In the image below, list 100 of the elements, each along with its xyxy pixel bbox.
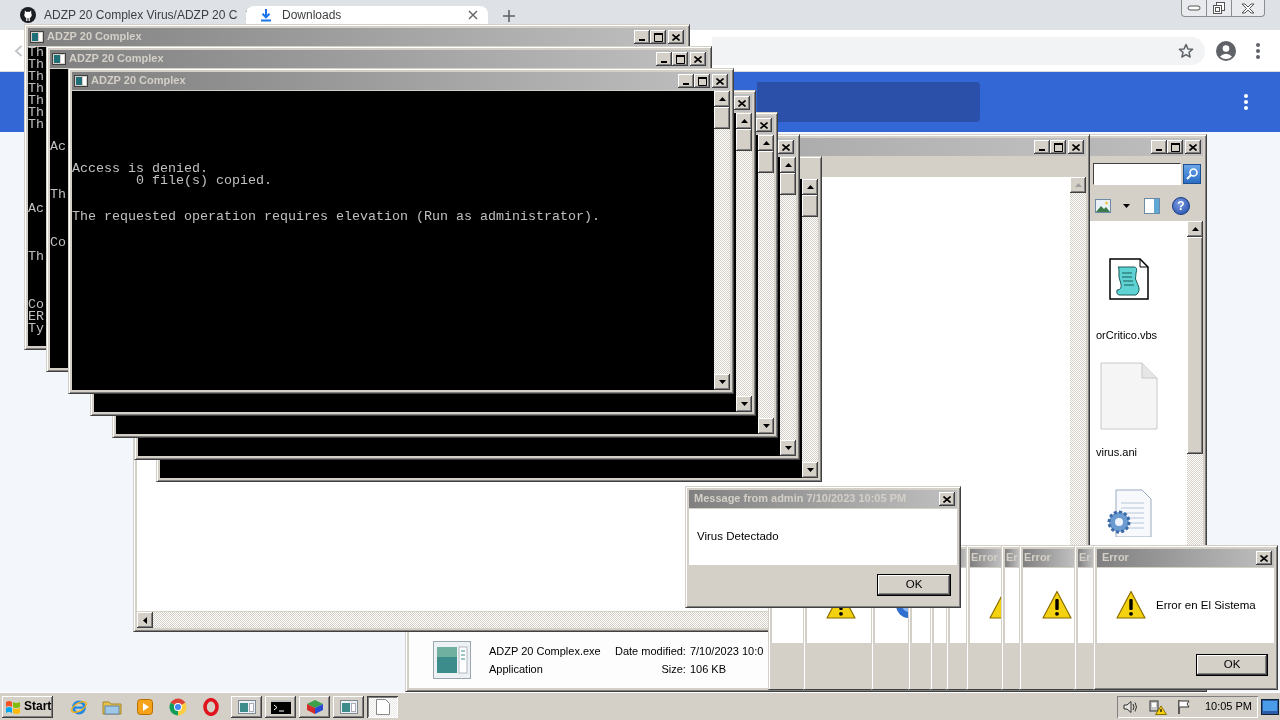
scrollbar[interactable] — [780, 157, 796, 456]
window-title: Error — [1102, 551, 1129, 565]
message-text: Virus Detectado — [697, 530, 779, 544]
file-name[interactable]: orCritico.vbs — [1092, 329, 1158, 343]
taskbar-button[interactable] — [231, 695, 262, 718]
start-button[interactable]: Start — [2, 695, 53, 718]
browser-tab[interactable]: Downloads — [246, 6, 488, 24]
down-arrow-icon — [740, 402, 748, 406]
flag-icon[interactable] — [1176, 698, 1191, 715]
scroll-thumb[interactable] — [736, 129, 752, 151]
star-icon[interactable] — [1178, 42, 1194, 59]
minimize-button[interactable] — [634, 30, 650, 44]
file-name[interactable]: virus.ani — [1092, 446, 1137, 460]
scroll-thumb[interactable] — [1187, 237, 1203, 454]
plus-icon[interactable] — [503, 10, 515, 22]
scrollbar[interactable] — [736, 113, 752, 412]
scroll-up-button[interactable] — [714, 91, 730, 107]
speaker-icon[interactable] — [1122, 699, 1139, 714]
desktop-icon[interactable] — [1261, 698, 1279, 715]
address-field[interactable] — [712, 36, 1205, 65]
preview-pane-icon[interactable] — [1144, 198, 1160, 214]
console-line: Th — [28, 251, 44, 263]
close-button[interactable] — [690, 52, 706, 66]
taskbar-button[interactable] — [367, 695, 398, 718]
minimize-button[interactable] — [656, 52, 672, 66]
application-icon — [433, 640, 471, 679]
close-button[interactable] — [1256, 551, 1272, 565]
scroll-up-button[interactable] — [1187, 221, 1203, 237]
minimize-button[interactable] — [1151, 140, 1167, 154]
menu-icon[interactable] — [1244, 94, 1248, 110]
taskbar-button[interactable] — [299, 695, 330, 718]
minimize-button[interactable] — [678, 74, 694, 88]
minimize-button[interactable] — [1034, 140, 1050, 154]
ok-button[interactable]: OK — [1196, 654, 1268, 676]
segmented-circle-icon[interactable] — [169, 697, 187, 716]
close-button[interactable] — [756, 118, 772, 132]
script-file-icon[interactable] — [1108, 257, 1150, 301]
scroll-thumb[interactable] — [714, 107, 730, 129]
scrollbar[interactable] — [714, 91, 730, 390]
console-line: Th — [28, 59, 44, 71]
play-icon[interactable] — [137, 698, 153, 715]
scroll-down-button[interactable] — [802, 462, 818, 478]
caret-icon[interactable] — [1123, 204, 1130, 208]
close-button[interactable] — [1185, 140, 1201, 154]
scroll-up-button[interactable] — [1070, 177, 1086, 193]
menu-icon[interactable] — [1256, 42, 1260, 59]
close-icon — [1189, 143, 1197, 151]
window-title: ADZP 20 Complex — [91, 74, 186, 88]
close-icon[interactable] — [468, 10, 478, 20]
close-button[interactable] — [668, 30, 684, 44]
file-name: ADZP 20 Complex.exe — [489, 643, 601, 659]
search-field[interactable] — [757, 82, 980, 122]
close-button[interactable] — [1068, 140, 1084, 154]
maximize-icon — [653, 32, 663, 42]
network-warning-icon[interactable] — [1148, 698, 1167, 715]
maximize-button[interactable] — [672, 52, 688, 66]
close-icon — [782, 143, 790, 151]
scrollbar[interactable] — [758, 135, 774, 434]
scroll-left-button[interactable] — [137, 612, 153, 628]
close-icon — [1260, 554, 1268, 562]
scroll-down-button[interactable] — [714, 374, 730, 390]
taskbar-button[interactable] — [265, 695, 296, 718]
scroll-thumb[interactable] — [802, 195, 818, 217]
down-arrow-icon — [806, 468, 814, 472]
clock[interactable]: 10:05 PM — [1204, 699, 1252, 714]
scroll-up-button[interactable] — [758, 135, 774, 151]
close-button[interactable] — [712, 74, 728, 88]
picture-icon[interactable] — [1095, 199, 1111, 213]
close-button[interactable] — [939, 492, 955, 506]
scrollbar[interactable] — [802, 179, 818, 478]
scroll-down-button[interactable] — [736, 396, 752, 412]
scroll-thumb[interactable] — [758, 151, 774, 173]
close-icon — [694, 55, 702, 63]
scroll-up-button[interactable] — [780, 157, 796, 173]
search-button[interactable] — [1183, 164, 1201, 184]
close-icon — [943, 495, 951, 503]
taskbar-button[interactable] — [333, 695, 364, 718]
window-icon — [74, 75, 88, 87]
maximize-button[interactable] — [1167, 140, 1183, 154]
close-icon — [760, 121, 768, 129]
up-arrow-icon — [1074, 183, 1082, 187]
close-button[interactable] — [778, 140, 794, 154]
search-field[interactable] — [1093, 163, 1181, 185]
ok-button[interactable]: OK — [877, 574, 951, 596]
gear-file-icon[interactable] — [1106, 489, 1152, 538]
ring-icon[interactable] — [203, 697, 219, 716]
scroll-up-button[interactable] — [736, 113, 752, 129]
scroll-thumb[interactable] — [780, 173, 796, 195]
download-icon — [258, 7, 274, 23]
avatar-icon[interactable] — [1216, 40, 1236, 61]
maximize-button[interactable] — [650, 30, 666, 44]
maximize-icon — [697, 76, 707, 86]
scroll-down-button[interactable] — [780, 440, 796, 456]
maximize-button[interactable] — [694, 74, 710, 88]
minimize-icon — [1187, 5, 1201, 11]
close-button[interactable] — [734, 96, 750, 110]
scroll-down-button[interactable] — [758, 418, 774, 434]
scroll-up-button[interactable] — [802, 179, 818, 195]
maximize-button[interactable] — [1050, 140, 1066, 154]
maximize-icon — [1170, 142, 1180, 152]
